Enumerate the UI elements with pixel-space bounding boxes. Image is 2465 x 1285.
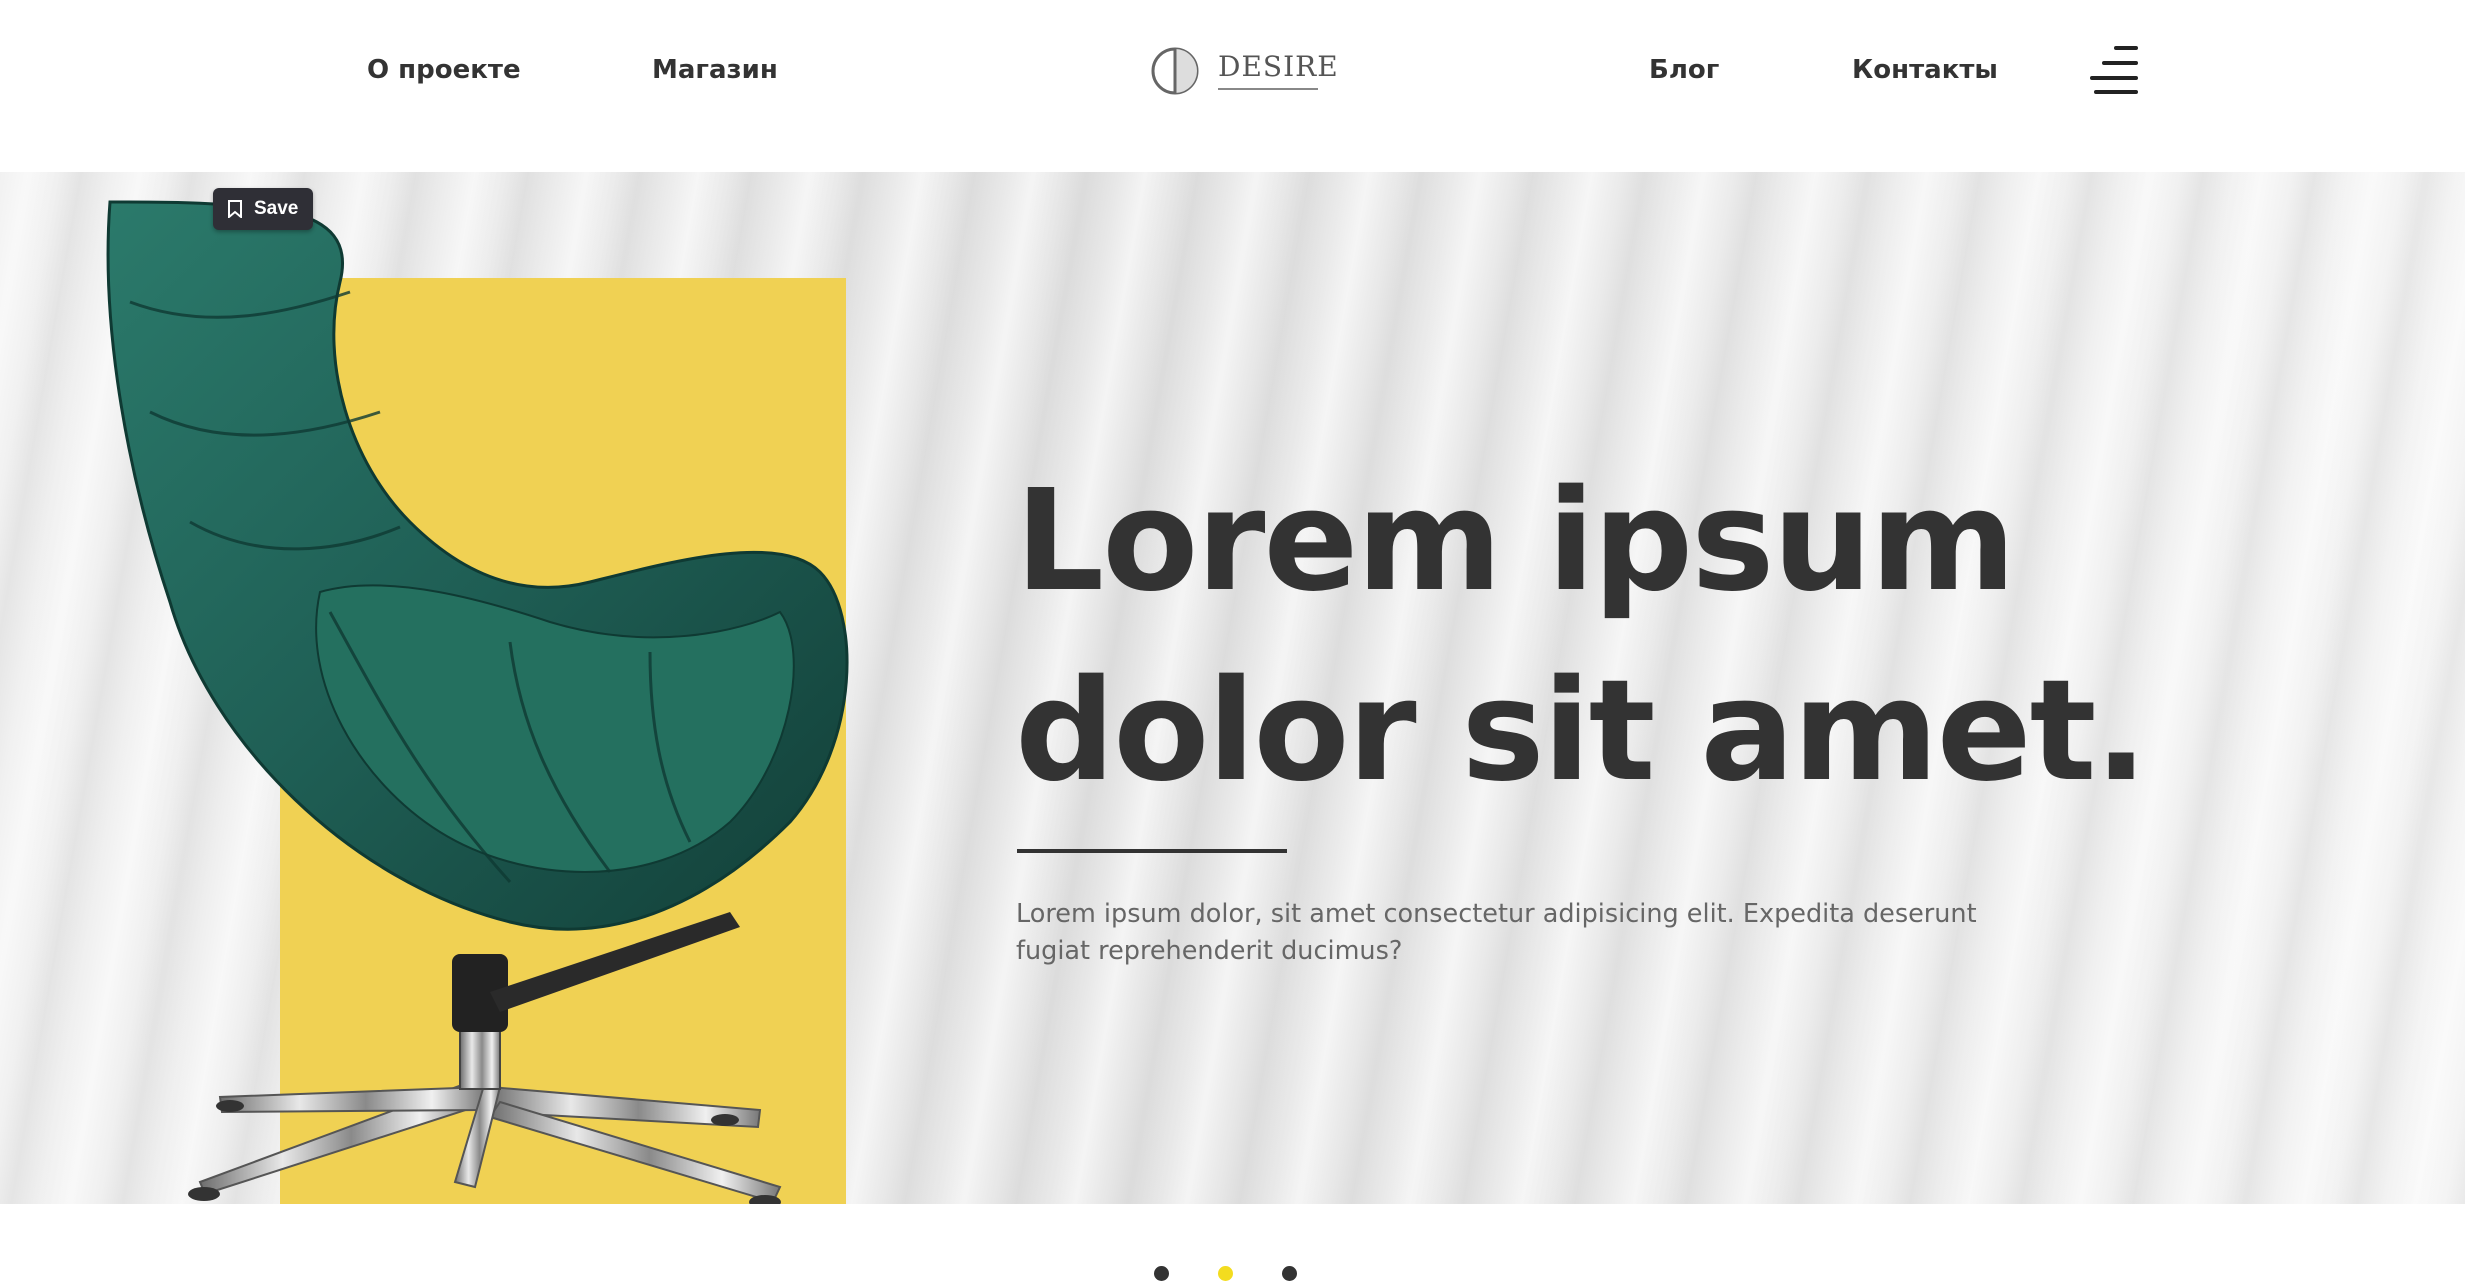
headline-line-2: dolor sit amet. <box>1015 650 2148 813</box>
save-button-label: Save <box>254 198 299 219</box>
logo-mark-icon <box>1151 47 1199 95</box>
hero-description: Lorem ipsum dolor, sit amet consectetur … <box>1016 896 2016 970</box>
lounge-chair-image <box>106 200 849 1204</box>
site-header: О проекте Магазин DESIRE Блог Контакты <box>0 0 2465 172</box>
nav-link-shop[interactable]: Магазин <box>652 52 778 88</box>
logo-text: DESIRE <box>1218 50 1339 83</box>
hero-description-line-1: Lorem ipsum dolor, sit amet consectetur … <box>1016 899 1977 929</box>
save-button[interactable]: Save <box>213 188 313 230</box>
site-logo[interactable]: DESIRE <box>1150 44 1338 98</box>
hero-description-line-2: fugiat reprehenderit ducimus? <box>1016 936 1403 966</box>
logo-underline <box>1218 88 1318 90</box>
hero-headline: Lorem ipsum dolor sit amet. <box>1015 447 2315 827</box>
nav-link-about[interactable]: О проекте <box>367 52 521 88</box>
hero-slide: Save Lorem ipsum dolor sit amet. Lorem i… <box>0 172 2465 1204</box>
slider-dot-2[interactable] <box>1218 1266 1233 1281</box>
headline-line-1: Lorem ipsum <box>1015 460 2016 623</box>
chair-base <box>198 1080 782 1204</box>
slider-dot-1[interactable] <box>1154 1266 1169 1281</box>
hamburger-menu-icon[interactable] <box>2090 46 2138 96</box>
nav-link-blog[interactable]: Блог <box>1649 52 1719 88</box>
slider-dot-3[interactable] <box>1282 1266 1297 1281</box>
bookmark-icon <box>228 200 242 218</box>
slider-pagination <box>1150 1266 1300 1282</box>
nav-link-contacts[interactable]: Контакты <box>1852 52 1998 88</box>
hero-divider <box>1017 849 1287 853</box>
